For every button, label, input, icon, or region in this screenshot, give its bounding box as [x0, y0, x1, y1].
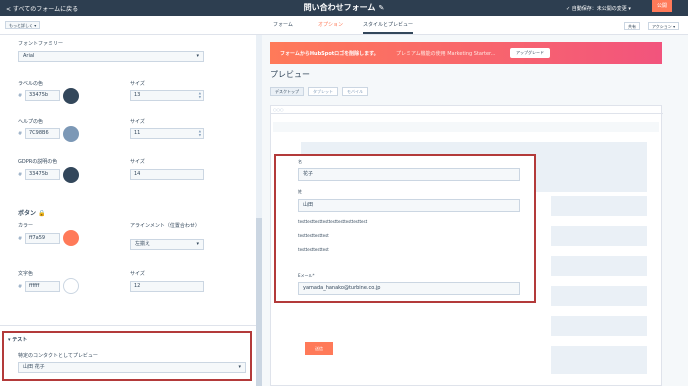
label-color-label: ラベルの色	[18, 81, 44, 87]
help-color-input[interactable]: 7C98B6	[25, 128, 60, 139]
font-family-value: Arial	[23, 53, 35, 59]
test-contact-value: 山田 花子	[23, 364, 45, 370]
placeholder-block	[551, 256, 647, 276]
hash-symbol: #	[18, 93, 23, 99]
chevron-down-icon: ▾	[238, 364, 241, 370]
text-color-label: 文字色	[18, 271, 34, 277]
label-color-swatch[interactable]	[63, 88, 79, 104]
tab-options[interactable]: オプション	[318, 21, 343, 28]
gdpr-color-swatch[interactable]	[63, 167, 79, 183]
banner-text: フォームからHubSpotロゴを削除します。	[280, 51, 379, 57]
help-color-label: ヘルプの色	[18, 119, 44, 125]
top-bar: < すべてのフォームに戻る 問い合わせフォーム ✎ ✓ 自動保存：未公開の変更 ▾…	[0, 0, 688, 16]
hash-symbol: #	[18, 131, 23, 137]
font-family-select[interactable]: Arial ▾	[18, 51, 204, 62]
placeholder-block	[551, 196, 647, 216]
last-name-input[interactable]: 山田	[298, 199, 520, 212]
alignment-label: アラインメント（位置合わせ）	[130, 223, 200, 229]
text-color-swatch[interactable]	[63, 278, 79, 294]
autosave-status[interactable]: ✓ 自動保存：未公開の変更 ▾	[566, 5, 631, 12]
share-button[interactable]: 共有	[624, 22, 640, 30]
help-size-label: サイズ	[130, 119, 145, 125]
first-name-input[interactable]: 花子	[298, 168, 520, 181]
last-name-label: 姓	[298, 189, 302, 194]
stepper-icon[interactable]: ▲ ▼	[199, 91, 201, 99]
gdpr-size-label: サイズ	[130, 159, 145, 165]
hash-symbol: #	[18, 284, 23, 290]
button-color-swatch[interactable]	[63, 230, 79, 246]
gdpr-color-label: GDPRの説明の色	[18, 159, 58, 165]
tab-mobile[interactable]: モバイル	[342, 87, 368, 96]
form-title: 問い合わせフォーム	[303, 3, 376, 12]
gdpr-color-input[interactable]: 33475b	[25, 169, 60, 180]
test-section-title[interactable]: ▾ テスト	[8, 336, 27, 343]
text-color-input[interactable]: ffffff	[25, 281, 60, 292]
more-details-button[interactable]: もっと詳しく ▾	[5, 21, 41, 29]
help-size-input[interactable]: 11 ▲ ▼	[130, 128, 204, 139]
test-section-label: テスト	[12, 337, 28, 343]
tab-form[interactable]: フォーム	[273, 21, 293, 28]
tab-desktop[interactable]: デスクトップ	[270, 87, 304, 96]
label-size-input[interactable]: 13 ▲ ▼	[130, 90, 204, 101]
placeholder-block	[551, 346, 647, 374]
tab-tablet[interactable]: タブレット	[308, 87, 338, 96]
hash-symbol: #	[18, 236, 23, 242]
placeholder-block	[551, 226, 647, 246]
alignment-value: 左揃え	[135, 241, 151, 247]
hash-symbol: #	[18, 172, 23, 178]
preview-form: 名 花子 姓 山田 testtesttesttesttesttesttestte…	[274, 154, 536, 303]
button-section-title: ボタン 🔒	[18, 210, 46, 217]
test-preview-label: 特定のコンタクトとしてプレビュー	[18, 353, 98, 359]
chevron-down-icon: ▾	[196, 241, 199, 247]
button-color-label: カラー	[18, 223, 34, 229]
tab-style-preview[interactable]: スタイルとプレビュー	[363, 21, 414, 34]
gdpr-size-input[interactable]: 14	[130, 169, 204, 180]
help-color-swatch[interactable]	[63, 126, 79, 142]
label-color-input[interactable]: 33475b	[25, 90, 60, 101]
section-divider	[0, 325, 256, 326]
publish-button[interactable]: 公開	[652, 0, 672, 12]
email-label: Eメール*	[298, 273, 315, 278]
window-dots-icon: ○○○	[273, 107, 284, 112]
label-size-value: 13	[134, 92, 141, 98]
help-size-value: 11	[134, 130, 141, 136]
help-text-1: testtesttesttesttesttesttesttesttest	[298, 219, 368, 224]
tab-bar: もっと詳しく ▾ フォーム オプション スタイルとプレビュー 共有 アクション …	[0, 16, 688, 35]
font-family-label: フォントファミリー	[18, 41, 64, 47]
upgrade-button[interactable]: アップグレード	[510, 48, 550, 58]
button-color-input[interactable]: ff7a59	[25, 233, 60, 244]
submit-button[interactable]: 送信	[305, 342, 333, 355]
stepper-icon[interactable]: ▲ ▼	[199, 129, 201, 137]
preview-title: プレビュー	[270, 70, 310, 79]
pencil-icon[interactable]: ✎	[378, 4, 384, 12]
placeholder-block	[551, 316, 647, 336]
test-contact-select[interactable]: 山田 花子 ▾	[18, 362, 246, 373]
first-name-label: 名	[298, 159, 302, 164]
frame-header: ○○○	[271, 106, 663, 114]
label-size-label: サイズ	[130, 81, 145, 87]
email-input[interactable]: yamada_hanako@turbine.co.jp	[298, 282, 520, 295]
upgrade-banner: フォームからHubSpotロゴを削除します。 プレミアム機能の使用 Market…	[270, 42, 662, 64]
alignment-select[interactable]: 左揃え ▾	[130, 239, 204, 250]
preview-panel: フォームからHubSpotロゴを削除します。 プレミアム機能の使用 Market…	[262, 35, 688, 386]
test-section: ▾ テスト 特定のコンタクトとしてプレビュー 山田 花子 ▾	[2, 331, 252, 381]
help-text-3: testtesttesttest	[298, 247, 329, 252]
actions-button[interactable]: アクション ▾	[648, 22, 680, 30]
help-text-2: testtesttesttest	[298, 233, 329, 238]
banner-subtext[interactable]: プレミアム機能の使用 Marketing Starter...	[396, 50, 495, 57]
placeholder-bar	[273, 122, 659, 132]
chevron-down-icon: ▾	[196, 53, 199, 59]
text-size-label: サイズ	[130, 271, 145, 277]
placeholder-block	[551, 286, 647, 306]
text-size-input[interactable]: 12	[130, 281, 204, 292]
style-settings-panel: フォントファミリー Arial ▾ ラベルの色 # 33475b サイズ 13 …	[0, 35, 262, 386]
